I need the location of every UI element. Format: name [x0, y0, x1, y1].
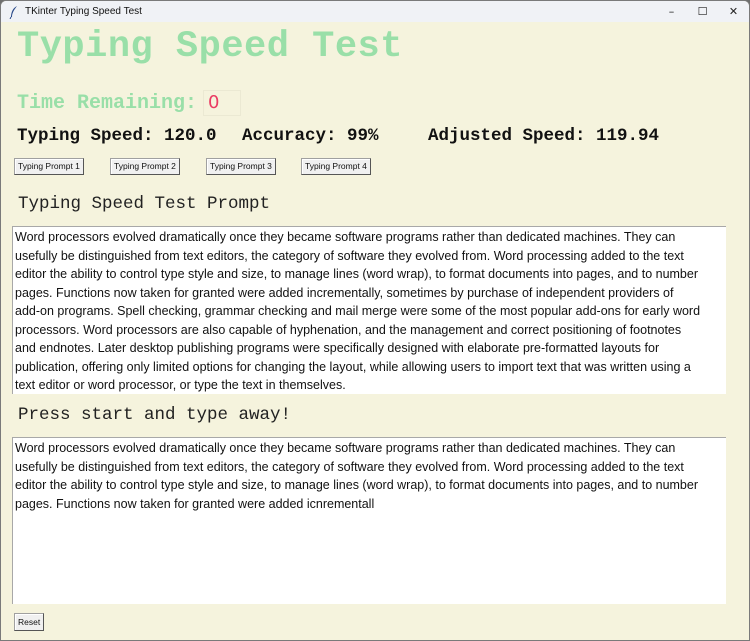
prompt-text-line: processors. Word processors are also cap…	[15, 322, 682, 337]
minimize-icon[interactable]: –	[656, 1, 687, 22]
typing-input-area[interactable]: Word processors evolved dramatically onc…	[12, 437, 726, 604]
title-bar[interactable]: TKinter Typing Speed Test – ☐ ✕	[1, 1, 749, 22]
main-content: Typing Speed Test Time Remaining: 0 Typi…	[1, 22, 749, 640]
time-remaining-value: 0	[203, 90, 242, 116]
adjusted-speed-stat: Adjusted Speed: 119.94	[428, 126, 660, 146]
prompt-text-line: publication, offering only limited optio…	[15, 359, 691, 374]
prompt-text-line: text editor or word processor, or type t…	[15, 378, 346, 392]
typing-prompt-1-button[interactable]: Typing Prompt 1	[14, 158, 84, 175]
prompt-text-line: usefully be distinguished from text edit…	[15, 248, 684, 263]
typing-prompt-2-button[interactable]: Typing Prompt 2	[110, 158, 180, 175]
stats-row: Typing Speed: 120.0 Accuracy: 99% Adjust…	[17, 126, 659, 146]
prompt-text-line: pages. Functions now taken for granted w…	[15, 285, 674, 300]
feather-icon	[7, 5, 21, 19]
maximize-icon[interactable]: ☐	[687, 1, 718, 22]
prompt-text-line: and endnotes. Later desktop publishing p…	[15, 341, 660, 355]
typed-text-line: Word processors evolved dramatically onc…	[15, 441, 676, 455]
prompt-text-line: Word processors evolved dramatically onc…	[15, 230, 676, 244]
typing-prompt-4-button[interactable]: Typing Prompt 4	[301, 158, 371, 175]
typing-prompt-3-button[interactable]: Typing Prompt 3	[206, 158, 276, 175]
window-title: TKinter Typing Speed Test	[25, 6, 142, 17]
typing-speed-stat: Typing Speed: 120.0	[17, 126, 217, 146]
prompt-text-line: editor the ability to control type style…	[15, 267, 698, 281]
close-icon[interactable]: ✕	[718, 1, 749, 22]
reset-button[interactable]: Reset	[14, 613, 45, 631]
accuracy-stat: Accuracy: 99%	[242, 126, 379, 146]
typed-text-line: pages. Functions now taken for granted w…	[15, 496, 375, 511]
typing-heading: Press start and type away!	[18, 405, 292, 425]
typed-text-line: usefully be distinguished from text edit…	[15, 459, 684, 474]
app-window: TKinter Typing Speed Test – ☐ ✕ Typing S…	[0, 0, 750, 641]
page-title: Typing Speed Test	[17, 26, 403, 68]
time-remaining-label: Time Remaining:	[17, 91, 198, 115]
typed-text-line: editor the ability to control type style…	[15, 478, 698, 492]
timer-row: Time Remaining: 0	[17, 90, 242, 116]
prompt-heading: Typing Speed Test Prompt	[18, 194, 271, 214]
prompt-text-line: add-on programs. Spell checking, grammar…	[15, 304, 701, 318]
prompt-text-box[interactable]: Word processors evolved dramatically onc…	[12, 226, 726, 394]
